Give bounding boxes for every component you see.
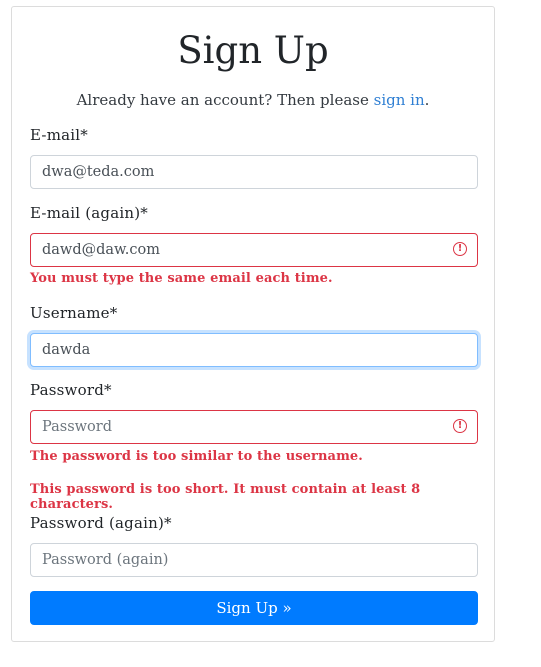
email-label: E-mail* [30, 126, 88, 144]
password-label: Password* [30, 381, 112, 399]
exclamation-circle-icon: ! [453, 242, 467, 256]
signin-prompt-text: Already have an account? Then please [76, 91, 374, 109]
email-field[interactable] [30, 155, 478, 189]
signin-prompt: Already have an account? Then please sig… [12, 91, 494, 109]
email-confirm-field[interactable] [30, 233, 478, 267]
signin-prompt-period: . [424, 91, 430, 109]
exclamation-circle-icon: ! [453, 419, 467, 433]
email-confirm-label: E-mail (again)* [30, 204, 148, 222]
page-title: Sign Up [177, 29, 329, 72]
signup-card: Sign Up Already have an account? Then pl… [11, 6, 495, 642]
password-field[interactable] [30, 410, 478, 444]
password-similar-error: The password is too similar to the usern… [30, 449, 363, 464]
signin-link[interactable]: sign in [374, 91, 425, 109]
signup-submit-button[interactable]: Sign Up » [30, 591, 478, 625]
username-field[interactable] [30, 333, 478, 367]
email-mismatch-error: You must type the same email each time. [30, 271, 333, 286]
password-confirm-field[interactable] [30, 543, 478, 577]
username-label: Username* [30, 304, 118, 322]
password-confirm-label: Password (again)* [30, 514, 172, 532]
password-short-error: This password is too short. It must cont… [30, 482, 421, 512]
